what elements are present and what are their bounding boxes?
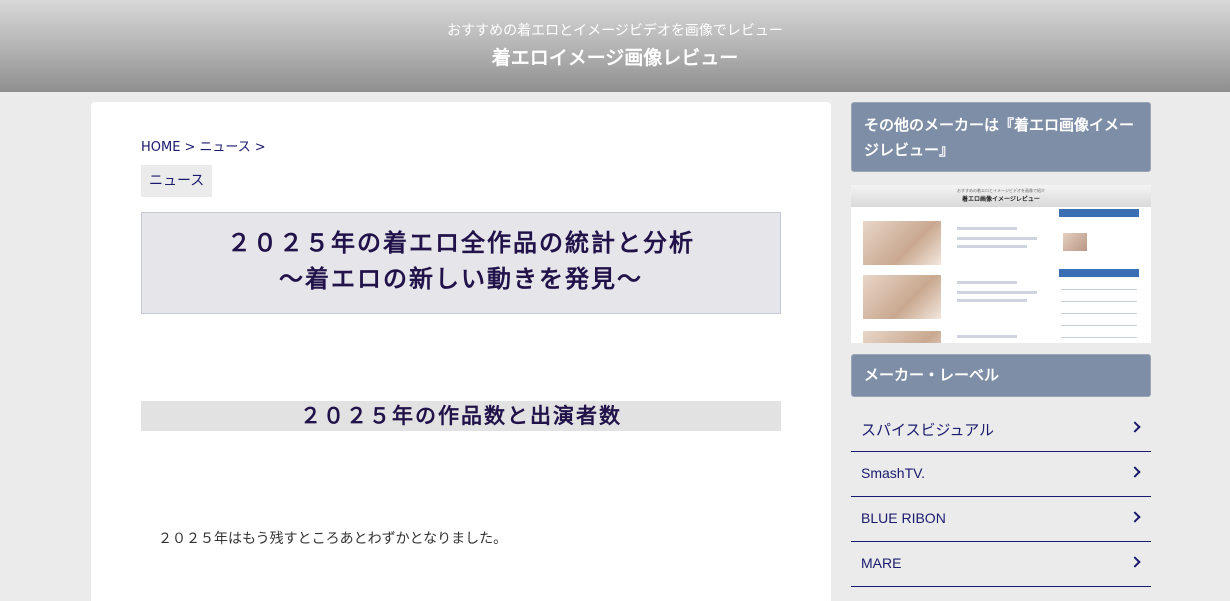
article-paragraph: ２０２５年はもう残すところあとわずかとなりました。 (158, 531, 508, 547)
breadcrumb-separator: > (184, 140, 196, 155)
site-tagline: おすすめの着エロとイメージビデオを画像でレビュー (447, 23, 783, 39)
article-title: ２０２５年の着エロ全作品の統計と分析 〜着エロの新しい動きを発見〜 (141, 212, 781, 314)
chevron-right-icon (1129, 466, 1141, 478)
thumbnail-sidebar-bar (1059, 269, 1139, 277)
thumbnail-sidebar-line (1061, 313, 1137, 314)
maker-item-spice-visual[interactable]: スパイスビジュアル (851, 407, 1151, 452)
thumbnail-text-line (957, 245, 1027, 248)
thumbnail-text-line (957, 335, 1017, 338)
thumbnail-text-line (957, 237, 1037, 240)
article-title-line2: 〜着エロの新しい動きを発見〜 (279, 265, 643, 293)
breadcrumb-news[interactable]: ニュース (199, 140, 250, 155)
maker-item-label: SmashTV. (861, 465, 926, 481)
thumbnail-sidebar-photo (1063, 233, 1087, 251)
article-title-line1: ２０２５年の着エロ全作品の統計と分析 (227, 229, 695, 257)
chevron-right-icon (1129, 511, 1141, 523)
section-heading: ２０２５年の作品数と出演者数 (141, 401, 781, 431)
maker-item-label: MARE (861, 555, 902, 571)
other-makers-heading: その他のメーカーは『着エロ画像イメージレビュー』 (851, 102, 1151, 172)
thumbnail-sidebar-bar (1059, 209, 1139, 217)
thumbnail-text-line (957, 227, 1017, 230)
maker-item-label: スパイスビジュアル (861, 421, 995, 439)
maker-item-blue-ribon[interactable]: BLUE RIBON (851, 497, 1151, 542)
thumbnail-header: おすすめの着エロとイメージビデオを画像で紹介 着エロ画像イメージレビュー (851, 185, 1151, 207)
thumbnail-text-line (957, 281, 1017, 284)
maker-item-smashtv[interactable]: SmashTV. (851, 452, 1151, 497)
breadcrumb: HOME > ニュース > (141, 136, 270, 155)
thumbnail-sidebar-line (1061, 289, 1137, 290)
site-header: おすすめの着エロとイメージビデオを画像でレビュー 着エロイメージ画像レビュー (0, 0, 1230, 92)
breadcrumb-home[interactable]: HOME (141, 140, 180, 155)
makers-heading: メーカー・レーベル (851, 354, 1151, 397)
other-site-thumbnail[interactable]: おすすめの着エロとイメージビデオを画像で紹介 着エロ画像イメージレビュー (851, 185, 1151, 343)
chevron-right-icon (1129, 421, 1141, 433)
site-title[interactable]: 着エロイメージ画像レビュー (0, 43, 1230, 70)
thumbnail-text-line (957, 291, 1037, 294)
thumbnail-sidebar-line (1061, 301, 1137, 302)
thumbnail-title: 着エロ画像イメージレビュー (962, 196, 1040, 203)
thumbnail-photo (863, 221, 941, 265)
maker-item-mare[interactable]: MARE (851, 542, 1151, 587)
main-content: HOME > ニュース > ニュース ２０２５年の着エロ全作品の統計と分析 〜着エロの… (91, 102, 831, 601)
thumbnail-text-line (957, 299, 1027, 302)
breadcrumb-separator: > (254, 140, 266, 155)
thumbnail-sidebar-line (1061, 337, 1137, 338)
category-tag[interactable]: ニュース (141, 165, 213, 197)
thumbnail-photo (863, 331, 941, 343)
thumbnail-sidebar-line (1061, 325, 1137, 326)
maker-item-label: BLUE RIBON (861, 510, 946, 526)
thumbnail-photo (863, 275, 941, 319)
chevron-right-icon (1129, 556, 1141, 568)
